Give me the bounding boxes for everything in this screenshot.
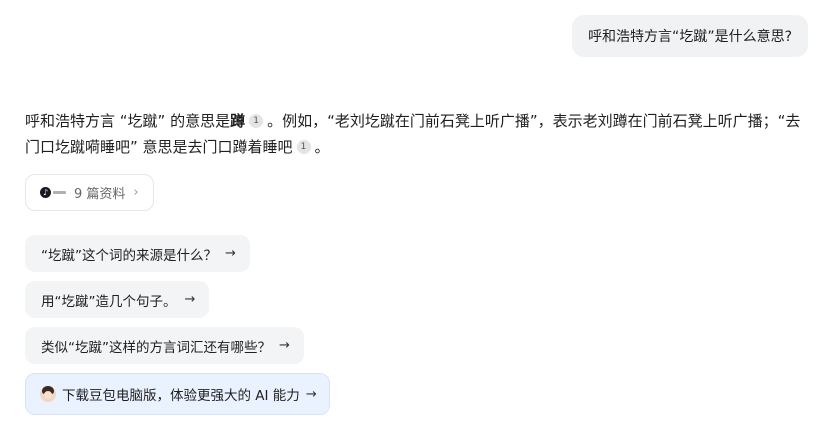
download-desktop-promo[interactable]: 下载豆包电脑版，体验更强大的 AI 能力 → [25,373,330,415]
answer-text-part3: 。 [314,138,330,156]
user-message-text: 呼和浩特方言“圪蹴”是什么意思? [588,29,792,45]
citation-badge[interactable]: 1 [249,114,264,128]
suggestion-text: 类似“圪蹴”这样的方言词汇还有哪些？ [41,339,271,356]
suggestion-item[interactable]: 用“圪蹴”造几个句子。 → [25,281,210,318]
arrow-right-icon: → [305,386,317,402]
avatar-icon [40,386,56,402]
answer-bold-word: 蹲 [230,112,246,130]
arrow-right-icon: → [279,338,290,353]
suggestion-text: 用“圪蹴”造几个句子。 [41,293,177,310]
sources-button[interactable]: ♪ 9 篇资料 › [25,174,154,211]
arrow-right-icon: → [225,246,236,261]
suggestion-item[interactable]: “圪蹴”这个词的来源是什么？ → [25,235,250,272]
tiktok-logo-icon: ♪ [40,186,66,200]
promo-text: 下载豆包电脑版，体验更强大的 AI 能力 [62,388,300,404]
sources-label: 9 篇资料 [74,187,126,202]
suggestion-item[interactable]: 类似“圪蹴”这样的方言词汇还有哪些？ → [25,327,304,364]
user-message-bubble: 呼和浩特方言“圪蹴”是什么意思? [572,15,808,57]
chevron-right-icon: › [133,185,139,200]
arrow-right-icon: → [184,292,196,307]
assistant-answer: 呼和浩特方言 “圪蹴” 的意思是蹲 1 。例如，“老刘圪蹴在门前石凳上听广播”，表示… [25,108,805,160]
citation-badge[interactable]: 1 [296,140,311,154]
suggestion-text: “圪蹴”这个词的来源是什么？ [41,247,217,264]
answer-text-part1: 呼和浩特方言 “圪蹴” 的意思是 [25,112,231,130]
